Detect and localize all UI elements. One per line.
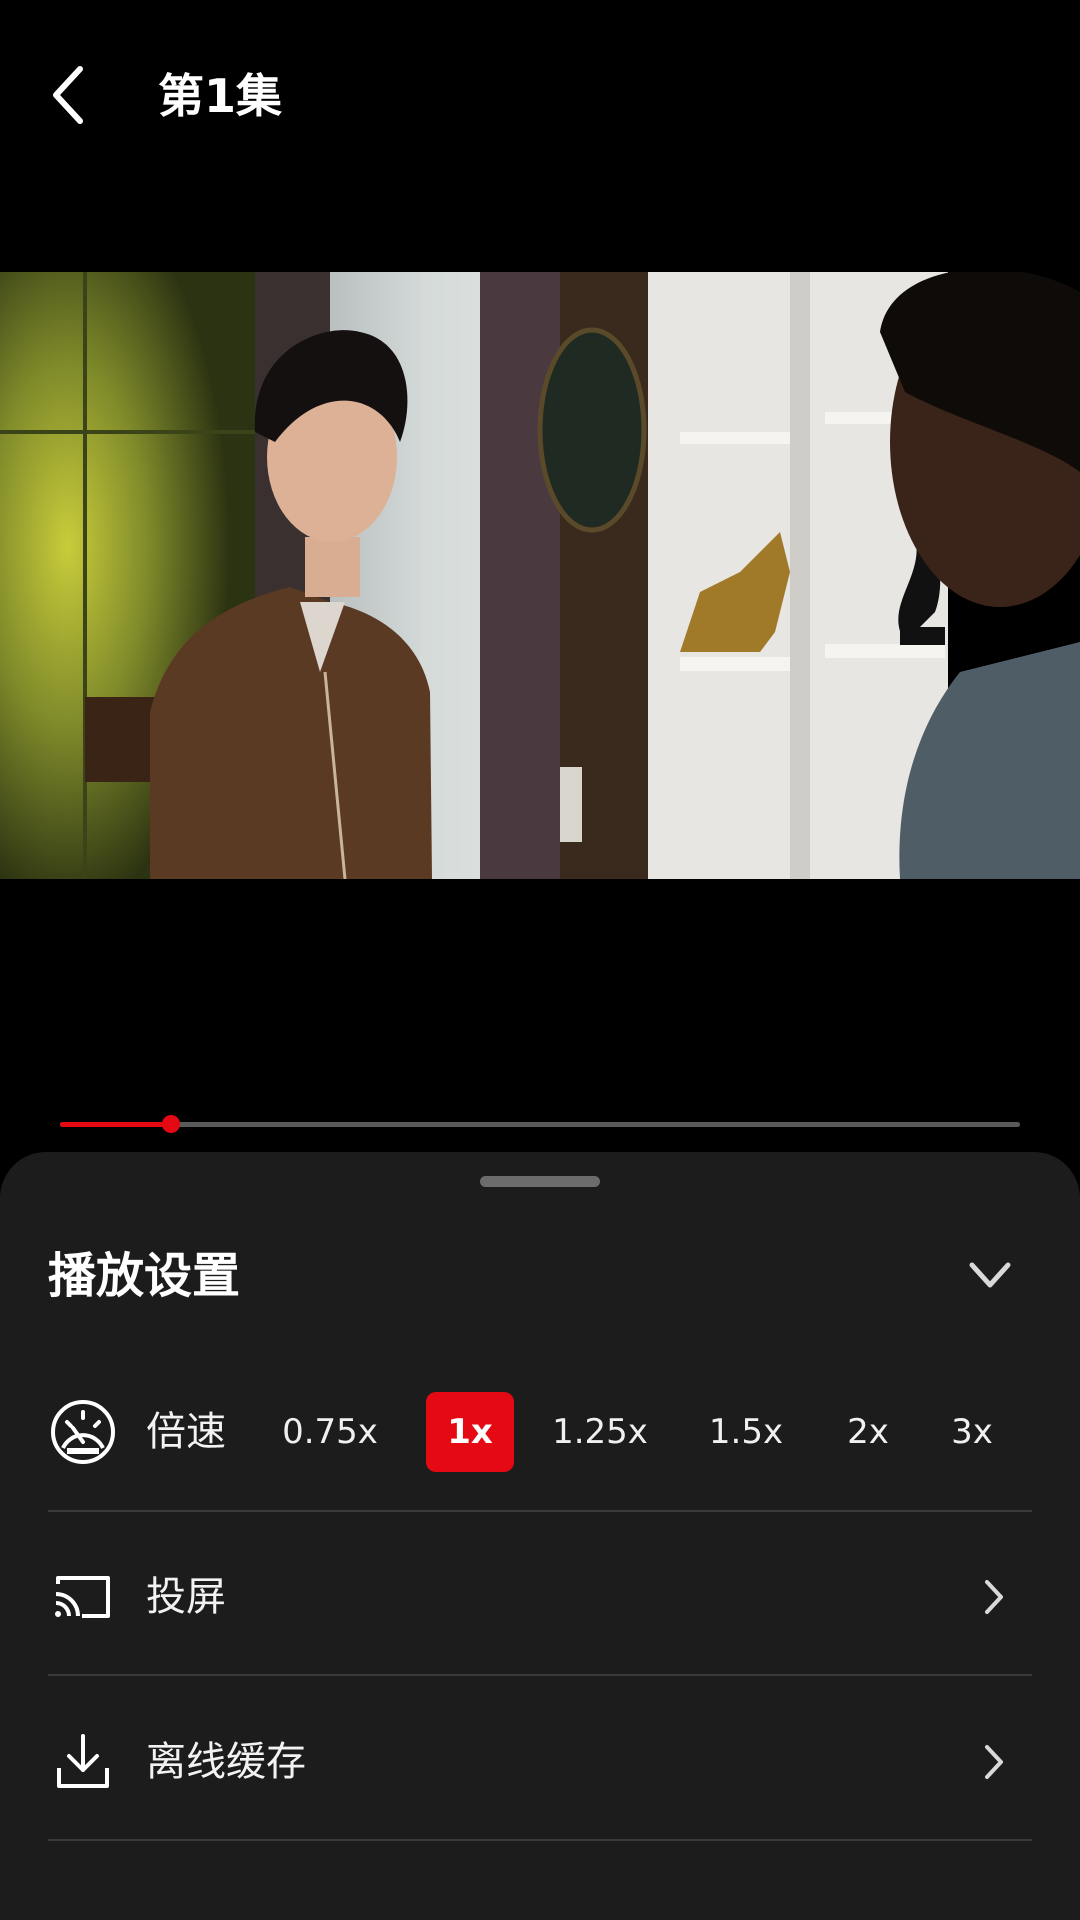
video-scene-image <box>0 272 1080 879</box>
sheet-title: 播放设置 <box>48 1248 241 1304</box>
speed-row: 倍速 0.75x 1x 1.25x 1.5x 2x 3x <box>48 1392 1032 1472</box>
sheet-drag-handle[interactable] <box>480 1176 600 1187</box>
speed-label: 倍速 <box>146 1409 226 1455</box>
divider <box>48 1839 1032 1841</box>
speed-option-0-75x[interactable]: 0.75x <box>280 1392 380 1472</box>
progress-fill <box>60 1122 172 1127</box>
chevron-left-icon <box>53 66 83 124</box>
video-frame[interactable] <box>0 272 1080 879</box>
divider <box>48 1674 1032 1676</box>
speedometer-icon <box>48 1397 118 1467</box>
cast-label: 投屏 <box>146 1574 226 1620</box>
episode-title: 第1集 <box>158 69 283 123</box>
player-screen: 第1集 播放设置 倍速 0.75x 1x 1.25x 1.5x 2x 3x 投屏… <box>0 0 1080 1920</box>
cast-row[interactable]: 投屏 <box>48 1532 1032 1662</box>
cast-icon <box>48 1562 118 1632</box>
collapse-button[interactable] <box>960 1252 1020 1298</box>
speed-option-1x[interactable]: 1x <box>426 1392 514 1472</box>
speed-option-1-5x[interactable]: 1.5x <box>704 1392 788 1472</box>
speed-option-1-25x[interactable]: 1.25x <box>546 1392 654 1472</box>
offline-cache-label: 离线缓存 <box>146 1739 306 1785</box>
divider <box>48 1510 1032 1512</box>
progress-thumb[interactable] <box>162 1115 181 1133</box>
progress-bar[interactable] <box>60 1112 1020 1136</box>
progress-track <box>60 1122 1020 1127</box>
playback-settings-sheet: 播放设置 倍速 0.75x 1x 1.25x 1.5x 2x 3x 投屏 离线缓… <box>0 1152 1080 1920</box>
back-button[interactable] <box>38 60 98 130</box>
chevron-right-icon <box>974 1572 1014 1622</box>
speed-option-3x[interactable]: 3x <box>942 1392 1002 1472</box>
download-icon <box>48 1727 118 1797</box>
chevron-down-icon <box>969 1262 1011 1288</box>
chevron-right-icon <box>974 1737 1014 1787</box>
header: 第1集 <box>0 0 1080 200</box>
speed-option-2x[interactable]: 2x <box>838 1392 898 1472</box>
offline-cache-row[interactable]: 离线缓存 <box>48 1697 1032 1827</box>
